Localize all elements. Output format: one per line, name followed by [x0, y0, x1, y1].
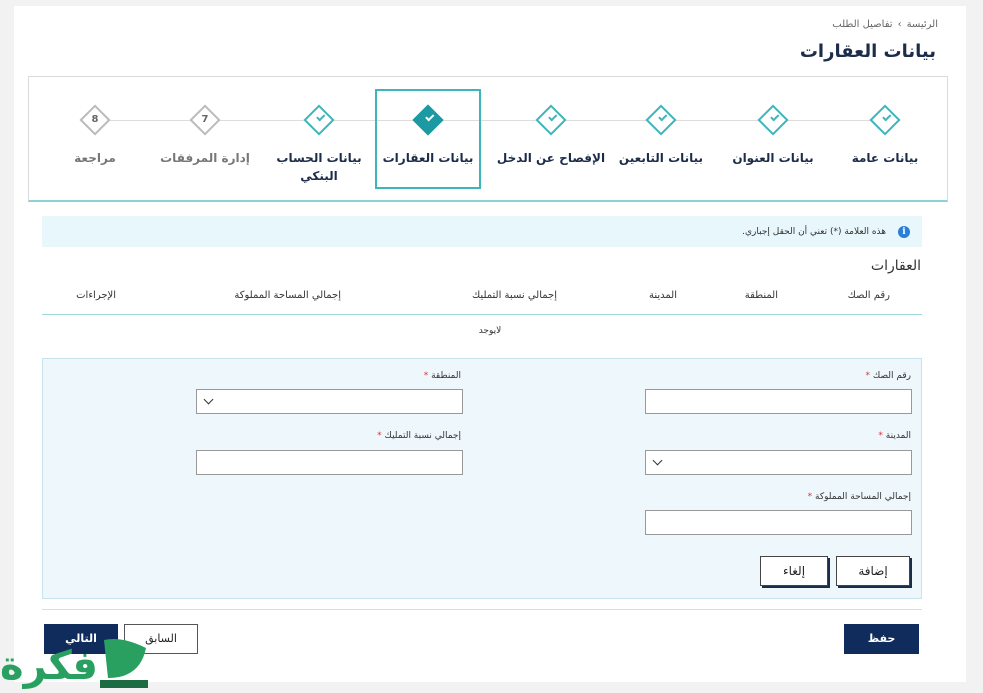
step-check-icon	[645, 104, 677, 136]
breadcrumb-home[interactable]: الرئيسة	[907, 19, 938, 30]
column-city: المدينة	[648, 290, 677, 301]
deed-number-label: رقم الصك *	[865, 371, 911, 381]
chevron-down-icon	[203, 394, 214, 405]
column-deed-number: رقم الصك	[847, 290, 890, 301]
area-input[interactable]	[645, 510, 912, 535]
page-container: الرئيسة › تفاصيل الطلب بيانات العقارات ب…	[14, 6, 966, 682]
step-general[interactable]: بيانات عامة	[829, 77, 941, 203]
step-label: بيانات التابعين	[618, 151, 704, 165]
footer-divider	[42, 609, 922, 610]
column-ownership: إجمالي نسبة التمليك	[472, 290, 557, 301]
ownership-label: إجمالي نسبة التمليك *	[377, 431, 461, 441]
property-form: رقم الصك * المنطقة * المدينة * إجمالي نس…	[42, 358, 922, 599]
step-label: إدارة المرفقات	[160, 151, 250, 165]
step-dependents[interactable]: بيانات التابعين	[605, 77, 717, 203]
section-title: العقارات	[870, 258, 921, 274]
step-label: الإفصاح عن الدخل	[496, 151, 606, 165]
watermark-text: فكرة	[0, 643, 98, 689]
area-label: إجمالي المساحة المملوكة *	[807, 492, 911, 502]
city-label: المدينة *	[878, 431, 911, 441]
step-label: مراجعة	[74, 151, 116, 165]
step-attachments[interactable]: 7 إدارة المرفقات	[149, 77, 261, 203]
step-number-badge: 7	[189, 104, 221, 136]
city-select[interactable]	[645, 450, 912, 475]
add-button[interactable]: إضافة	[836, 556, 910, 586]
region-select[interactable]	[196, 389, 463, 414]
table-header-divider	[42, 314, 922, 315]
info-banner: i هذه العلامة (*) تعني أن الحقل إجباري.	[42, 216, 922, 247]
cancel-button[interactable]: إلغاء	[760, 556, 828, 586]
deed-number-input[interactable]	[645, 389, 912, 414]
breadcrumb-separator: ›	[897, 19, 902, 30]
step-label: بيانات العنوان	[732, 151, 814, 165]
column-area: إجمالي المساحة المملوكة	[234, 290, 341, 301]
info-text: هذه العلامة (*) تعني أن الحقل إجباري.	[742, 226, 886, 237]
step-label: بيانات العقارات	[382, 151, 474, 165]
step-check-icon	[303, 104, 335, 136]
step-label: بيانات الحساب البنكي	[276, 151, 362, 183]
breadcrumb-current: تفاصيل الطلب	[832, 19, 893, 30]
step-number-badge: 8	[79, 104, 111, 136]
ownership-input[interactable]	[196, 450, 463, 475]
info-icon: i	[898, 225, 910, 238]
step-check-icon	[869, 104, 901, 136]
table-empty-text: لايوجد	[478, 326, 502, 336]
column-actions: الإجراءات	[76, 290, 116, 301]
step-income[interactable]: الإفصاح عن الدخل	[495, 77, 607, 203]
page-title: بيانات العقارات	[799, 41, 936, 62]
region-label: المنطقة *	[423, 371, 461, 381]
step-bank[interactable]: بيانات الحساب البنكي	[273, 77, 365, 203]
breadcrumb: الرئيسة › تفاصيل الطلب	[832, 19, 938, 30]
watermark-logo: فكرة	[0, 634, 160, 693]
step-review[interactable]: 8 مراجعة	[39, 77, 151, 203]
step-label: بيانات عامة	[851, 151, 919, 165]
column-region: المنطقة	[744, 290, 778, 301]
save-button[interactable]: حفظ	[844, 624, 919, 654]
step-check-icon	[535, 104, 567, 136]
step-address[interactable]: بيانات العنوان	[717, 77, 829, 203]
chevron-down-icon	[652, 455, 663, 466]
stepper: بيانات عامة بيانات العنوان بيانات التابع…	[28, 76, 948, 202]
step-check-icon	[757, 104, 789, 136]
step-properties[interactable]: بيانات العقارات	[375, 89, 481, 189]
step-check-icon	[412, 104, 444, 136]
